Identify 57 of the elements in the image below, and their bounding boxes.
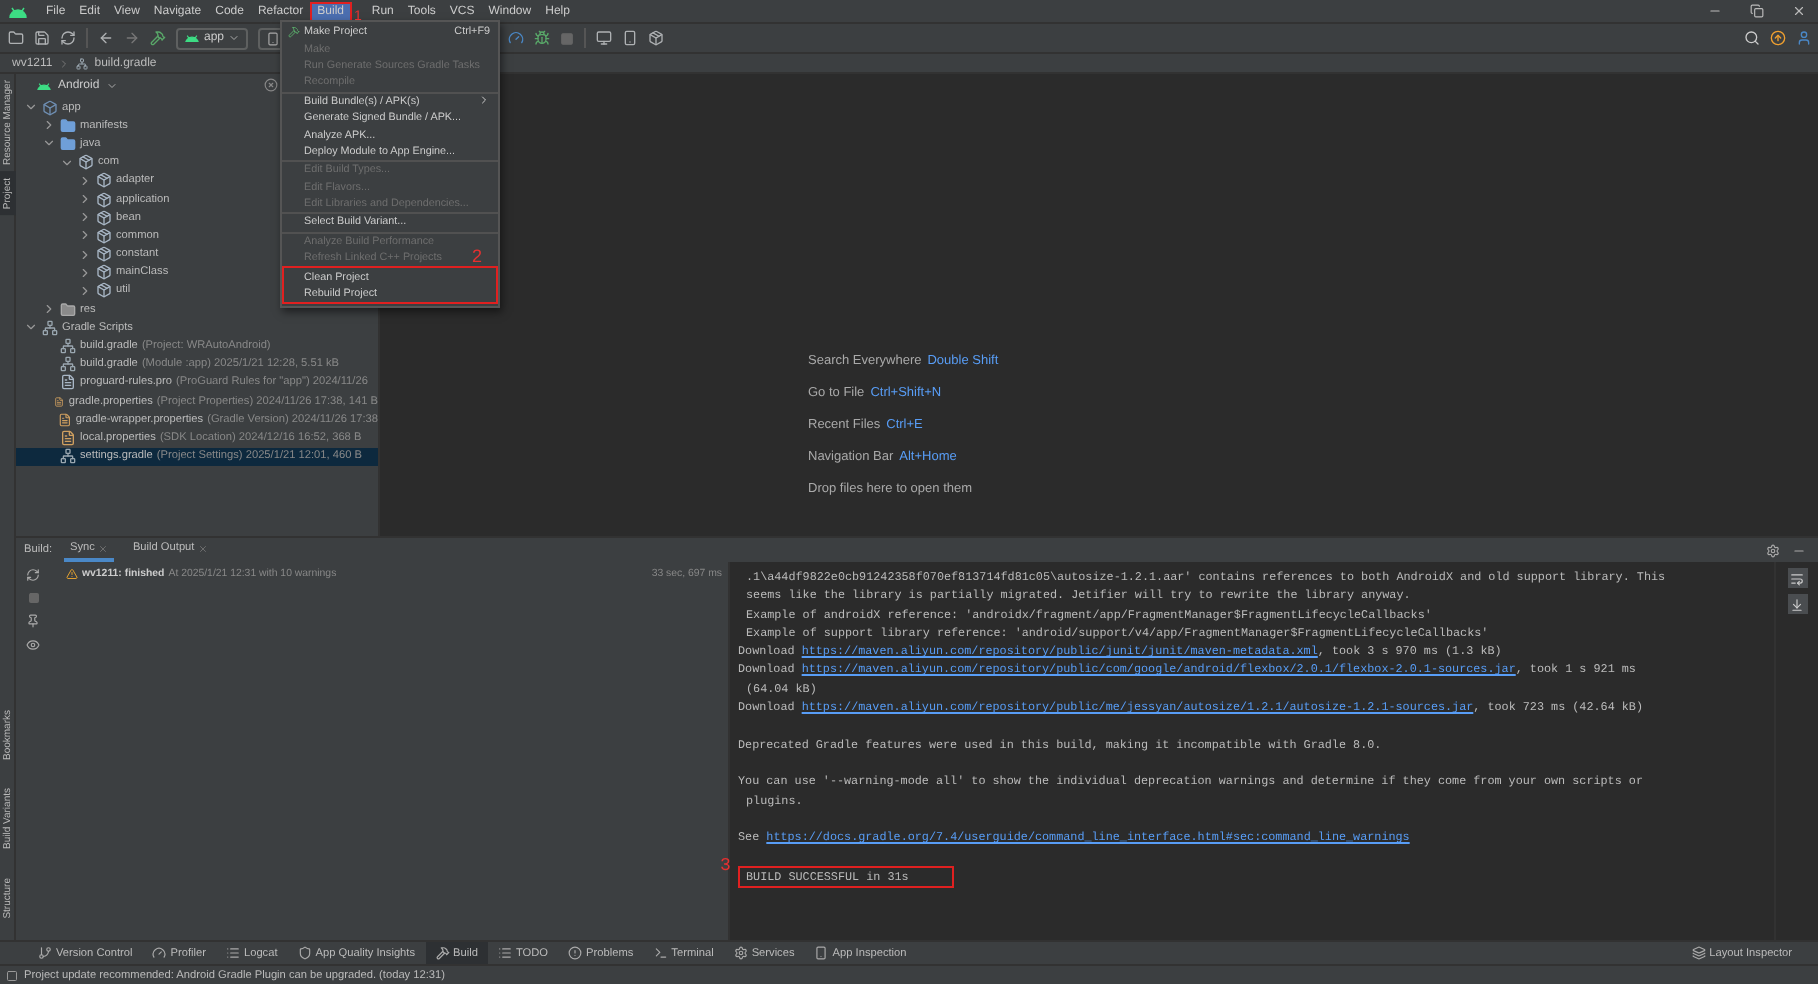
minimize-icon — [1708, 4, 1722, 18]
phone-icon — [622, 30, 638, 46]
shield-icon — [297, 946, 312, 960]
save-icon — [34, 30, 50, 46]
collapse-icon — [264, 77, 278, 91]
back-icon — [98, 30, 114, 46]
chevron-right-icon — [42, 118, 56, 133]
chevron-down-icon — [24, 100, 38, 115]
forward-icon — [124, 30, 140, 46]
scroll-end-icon — [1790, 597, 1804, 611]
soft-wrap-button[interactable] — [1787, 568, 1807, 588]
package-icon — [648, 30, 664, 46]
annotation-number: 2 — [471, 248, 482, 267]
phone-icon — [814, 946, 829, 960]
chevron-right-icon — [42, 302, 56, 317]
robot-head-icon — [36, 81, 52, 91]
sync-icon — [60, 30, 76, 46]
warning-icon — [66, 568, 78, 580]
list-icon — [497, 946, 512, 960]
bug-icon — [534, 30, 550, 46]
stop-icon — [560, 31, 574, 45]
terminal-icon — [653, 946, 668, 960]
sync-icon — [26, 568, 40, 582]
branch-icon — [38, 946, 52, 960]
close-icon — [1792, 4, 1806, 18]
settings-icon — [733, 946, 748, 960]
robot-head-icon — [184, 33, 200, 43]
file-icon — [60, 374, 76, 391]
hammer-icon — [435, 946, 450, 960]
wrap-icon — [1790, 571, 1804, 585]
list-icon — [225, 946, 240, 960]
folder-icon — [60, 301, 76, 318]
caret-icon — [228, 32, 241, 44]
settings-icon — [1766, 543, 1780, 557]
phone-icon — [266, 31, 281, 45]
user-icon — [1796, 30, 1812, 46]
gauge-icon — [152, 946, 167, 960]
hammer-icon — [150, 30, 166, 46]
restore-icon — [1750, 4, 1764, 18]
robot-head-icon — [8, 5, 28, 17]
chevron-down-icon — [24, 320, 38, 335]
chevron-right-icon — [58, 57, 71, 69]
alert-icon — [568, 946, 583, 960]
update-icon — [1770, 30, 1786, 46]
layers-icon — [1691, 946, 1706, 960]
gauge-icon — [508, 30, 524, 46]
search-icon — [1744, 30, 1760, 46]
hammer-icon — [288, 26, 300, 39]
eye-icon — [26, 638, 40, 652]
caret-icon — [105, 80, 118, 92]
annotation-number: 3 — [720, 857, 731, 876]
status-icon — [6, 969, 18, 981]
monitor-icon — [596, 30, 612, 46]
folder-icon — [8, 30, 24, 46]
pin-icon — [26, 614, 40, 628]
stop-icon — [27, 592, 39, 604]
scroll-to-end-button[interactable] — [1787, 594, 1807, 614]
